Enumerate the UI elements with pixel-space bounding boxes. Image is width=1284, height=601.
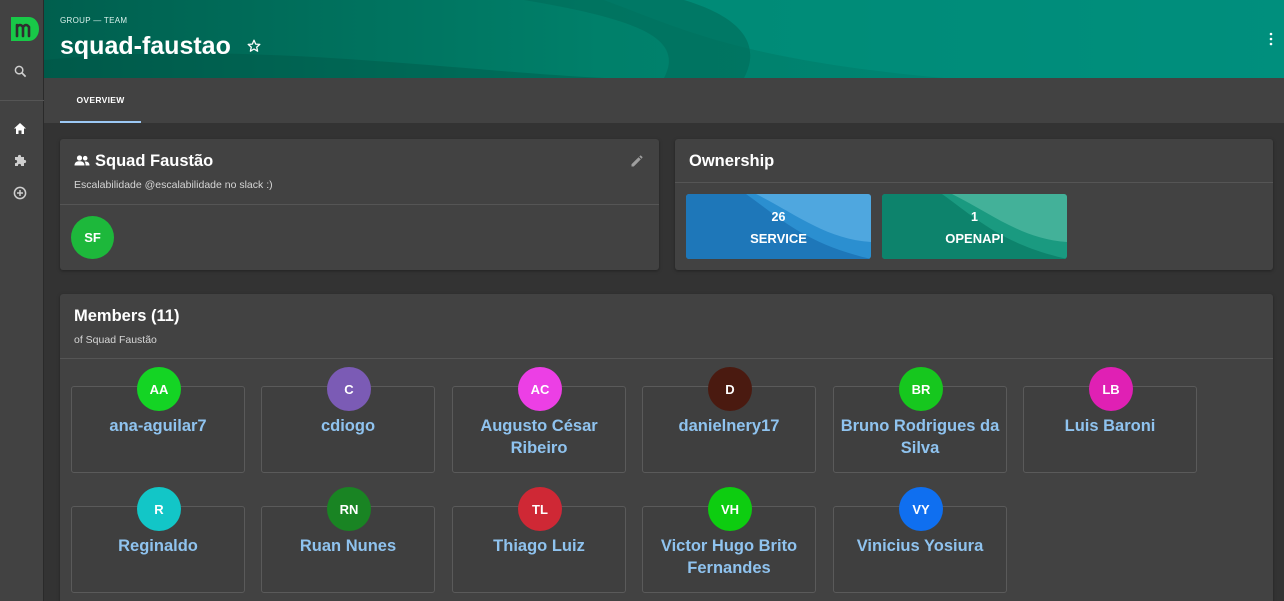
member-avatar: R [137, 487, 181, 531]
member-avatar: C [327, 367, 371, 411]
service-label: SERVICE [750, 231, 807, 246]
ownership-card: Ownership 26 SERVICE 1 OPENAPI [675, 139, 1273, 270]
breadcrumb: GROUP — TEAM [60, 16, 128, 25]
member-avatar: RN [327, 487, 371, 531]
member-card[interactable]: LB Luis Baroni [1023, 367, 1197, 473]
group-profile-card: Squad Faustão Escalabilidade @escalabili… [60, 139, 659, 270]
more-vert-icon[interactable] [1268, 32, 1274, 46]
star-icon[interactable] [247, 39, 261, 53]
member-name-link[interactable]: Ruan Nunes [266, 535, 430, 557]
sidebar [0, 0, 44, 601]
member-avatar: VH [708, 487, 752, 531]
members-title: Members (11) [74, 307, 180, 325]
member-name-link[interactable]: Thiago Luiz [457, 535, 621, 557]
home-icon[interactable] [11, 119, 29, 137]
group-description: Escalabilidade @escalabilidade no slack … [74, 179, 273, 191]
member-card[interactable]: AC Augusto César Ribeiro [452, 367, 626, 473]
member-card[interactable]: TL Thiago Luiz [452, 487, 626, 593]
member-name-link[interactable]: Reginaldo [76, 535, 240, 557]
app-logo[interactable] [11, 15, 39, 43]
tile-decoration [882, 194, 1067, 259]
member-card[interactable]: RN Ruan Nunes [261, 487, 435, 593]
members-card: Members (11) of Squad Faustão AA ana-agu… [60, 294, 1273, 601]
group-avatar: SF [71, 216, 114, 259]
member-avatar: LB [1089, 367, 1133, 411]
member-card[interactable]: VH Victor Hugo Brito Fernandes [642, 487, 816, 593]
member-card[interactable]: BR Bruno Rodrigues da Silva [833, 367, 1007, 473]
tab-bar: OVERVIEW [44, 78, 1284, 123]
openapi-count: 1 [971, 210, 978, 224]
search-icon[interactable] [11, 62, 29, 80]
edit-icon[interactable] [630, 154, 644, 168]
card-divider [60, 204, 659, 205]
ownership-tile-openapi[interactable]: 1 OPENAPI [882, 194, 1067, 259]
member-name-link[interactable]: Victor Hugo Brito Fernandes [647, 535, 811, 579]
member-avatar: AA [137, 367, 181, 411]
card-divider [60, 358, 1273, 359]
add-circle-icon[interactable] [11, 184, 29, 202]
sidebar-divider [0, 100, 44, 101]
member-avatar: VY [899, 487, 943, 531]
group-name: Squad Faustão [95, 152, 214, 170]
tab-overview[interactable]: OVERVIEW [60, 78, 141, 123]
member-avatar: BR [899, 367, 943, 411]
member-name-link[interactable]: cdiogo [266, 415, 430, 437]
member-name-link[interactable]: ana-aguilar7 [76, 415, 240, 437]
member-avatar: D [708, 367, 752, 411]
ownership-tile-service[interactable]: 26 SERVICE [686, 194, 871, 259]
card-divider [675, 182, 1273, 183]
member-avatar: AC [518, 367, 562, 411]
member-card[interactable]: VY Vinicius Yosiura [833, 487, 1007, 593]
member-name-link[interactable]: danielnery17 [647, 415, 811, 437]
member-name-link[interactable]: Augusto César Ribeiro [457, 415, 621, 459]
member-name-link[interactable]: Luis Baroni [1028, 415, 1192, 437]
member-card[interactable]: AA ana-aguilar7 [71, 367, 245, 473]
service-count: 26 [771, 210, 786, 224]
ownership-title: Ownership [689, 152, 775, 170]
member-card[interactable]: R Reginaldo [71, 487, 245, 593]
member-name-link[interactable]: Vinicius Yosiura [838, 535, 1002, 557]
page-title: squad-faustao [60, 32, 231, 60]
member-avatar: TL [518, 487, 562, 531]
puzzle-icon[interactable] [11, 151, 29, 169]
members-subtitle: of Squad Faustão [74, 334, 157, 346]
member-card[interactable]: C cdiogo [261, 367, 435, 473]
member-name-link[interactable]: Bruno Rodrigues da Silva [838, 415, 1002, 459]
page-header: GROUP — TEAM squad-faustao [44, 0, 1284, 78]
member-card[interactable]: D danielnery17 [642, 367, 816, 473]
tile-decoration [686, 194, 871, 259]
openapi-label: OPENAPI [945, 231, 1004, 246]
group-icon [74, 155, 90, 166]
